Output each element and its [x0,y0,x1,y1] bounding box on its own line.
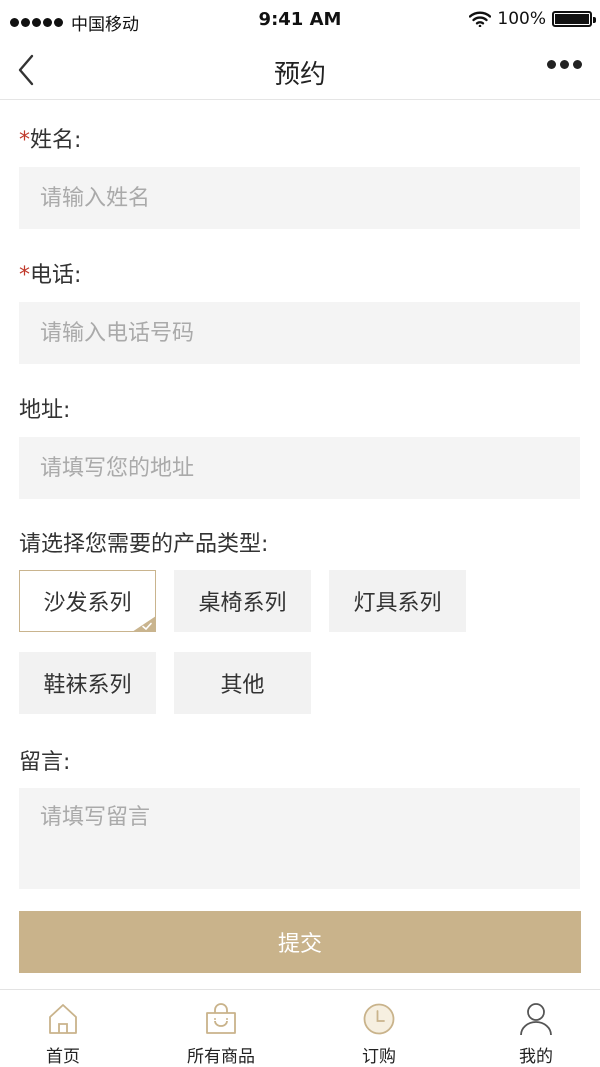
category-chip-table-chair[interactable]: 桌椅系列 [174,570,311,632]
chip-label: 沙发系列 [43,591,132,616]
wifi-icon [469,11,492,27]
status-bar: 中国移动 9:41 AM 100% [0,0,600,40]
nav-bar: 预约 [0,40,600,100]
shopping-bag-icon [206,1003,236,1034]
category-chip-lamp[interactable]: 灯具系列 [329,570,466,632]
required-mark: * [19,128,30,153]
battery-percent: 100% [497,9,546,29]
name-label: *姓名: [19,122,81,154]
tab-label: 我的 [519,1047,553,1067]
tab-label: 所有商品 [187,1047,255,1067]
page-title: 预约 [273,60,326,90]
message-textarea[interactable] [19,788,580,889]
required-mark: * [19,263,30,288]
tab-bar: 首页 所有商品 订购 我的 [0,989,600,1067]
message-label: 留言: [19,750,71,775]
tab-profile[interactable]: 我的 [476,990,596,1067]
tab-all-products[interactable]: 所有商品 [161,990,281,1067]
chip-label: 灯具系列 [353,591,442,616]
address-input[interactable] [19,437,580,499]
phone-label: *电话: [19,257,81,289]
tab-home[interactable]: 首页 [3,990,123,1067]
chip-label: 桌椅系列 [198,591,287,616]
battery-icon [552,11,596,27]
tab-order[interactable]: 订购 [319,990,439,1067]
checkmark-icon [132,616,156,632]
tab-label: 订购 [362,1047,396,1067]
phone-input[interactable] [19,302,580,364]
category-chip-other[interactable]: 其他 [174,652,311,714]
category-label: 请选择您需要的产品类型: [19,532,269,557]
more-dots-icon[interactable] [547,60,582,69]
status-right: 100% [469,9,596,29]
clock-icon [363,1003,395,1035]
category-chip-sofa[interactable]: 沙发系列 [19,570,156,632]
name-label-text: 姓名: [30,128,82,153]
name-input[interactable] [19,167,580,229]
chip-label: 其他 [220,673,265,698]
battery-fill [555,14,589,24]
submit-button[interactable]: 提交 [19,911,581,973]
category-chip-shoes[interactable]: 鞋袜系列 [19,652,156,714]
address-label: 地址: [19,398,71,423]
phone-label-text: 电话: [30,263,82,288]
home-icon [49,1004,77,1034]
chip-label: 鞋袜系列 [43,673,132,698]
tab-label: 首页 [46,1047,80,1067]
user-icon [520,1003,552,1036]
